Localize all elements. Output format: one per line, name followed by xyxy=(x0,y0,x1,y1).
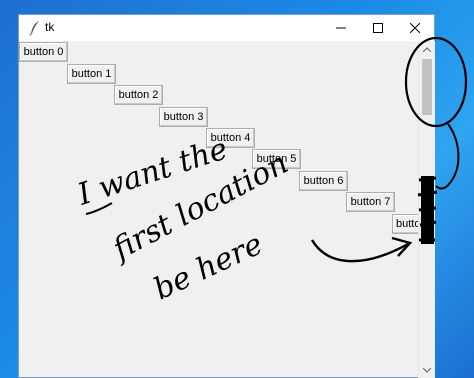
button-1[interactable]: button 1 xyxy=(67,64,116,84)
button-6[interactable]: button 6 xyxy=(299,171,348,191)
button-4[interactable]: button 4 xyxy=(206,128,255,148)
close-icon xyxy=(410,23,420,33)
scroll-down-button[interactable] xyxy=(419,362,435,378)
tk-window: tk button 0 button 1 button 2 button 3 b… xyxy=(18,14,435,378)
button-0[interactable]: button 0 xyxy=(19,42,68,62)
window-title: tk xyxy=(45,20,55,34)
scroll-up-button[interactable] xyxy=(419,41,435,57)
maximize-icon xyxy=(373,23,383,33)
button-5[interactable]: button 5 xyxy=(252,149,301,169)
maximize-button[interactable] xyxy=(359,15,397,41)
minimize-icon xyxy=(336,27,346,29)
title-bar[interactable]: tk xyxy=(19,15,434,42)
button-8-partial[interactable]: butto xyxy=(392,214,418,234)
desktop-background: tk button 0 button 1 button 2 button 3 b… xyxy=(0,0,474,378)
chevron-down-icon xyxy=(423,367,431,373)
scroll-thumb[interactable] xyxy=(422,59,432,115)
feather-icon xyxy=(29,21,39,36)
button-7[interactable]: button 7 xyxy=(346,192,395,212)
button-3[interactable]: button 3 xyxy=(159,107,208,127)
button-2[interactable]: button 2 xyxy=(114,85,163,105)
vertical-scrollbar[interactable] xyxy=(418,41,435,378)
canvas-area: button 0 button 1 button 2 button 3 butt… xyxy=(19,41,418,377)
chevron-up-icon xyxy=(423,46,431,52)
connector-stroke xyxy=(435,123,460,190)
minimize-button[interactable] xyxy=(322,15,360,41)
close-button[interactable] xyxy=(396,15,434,41)
